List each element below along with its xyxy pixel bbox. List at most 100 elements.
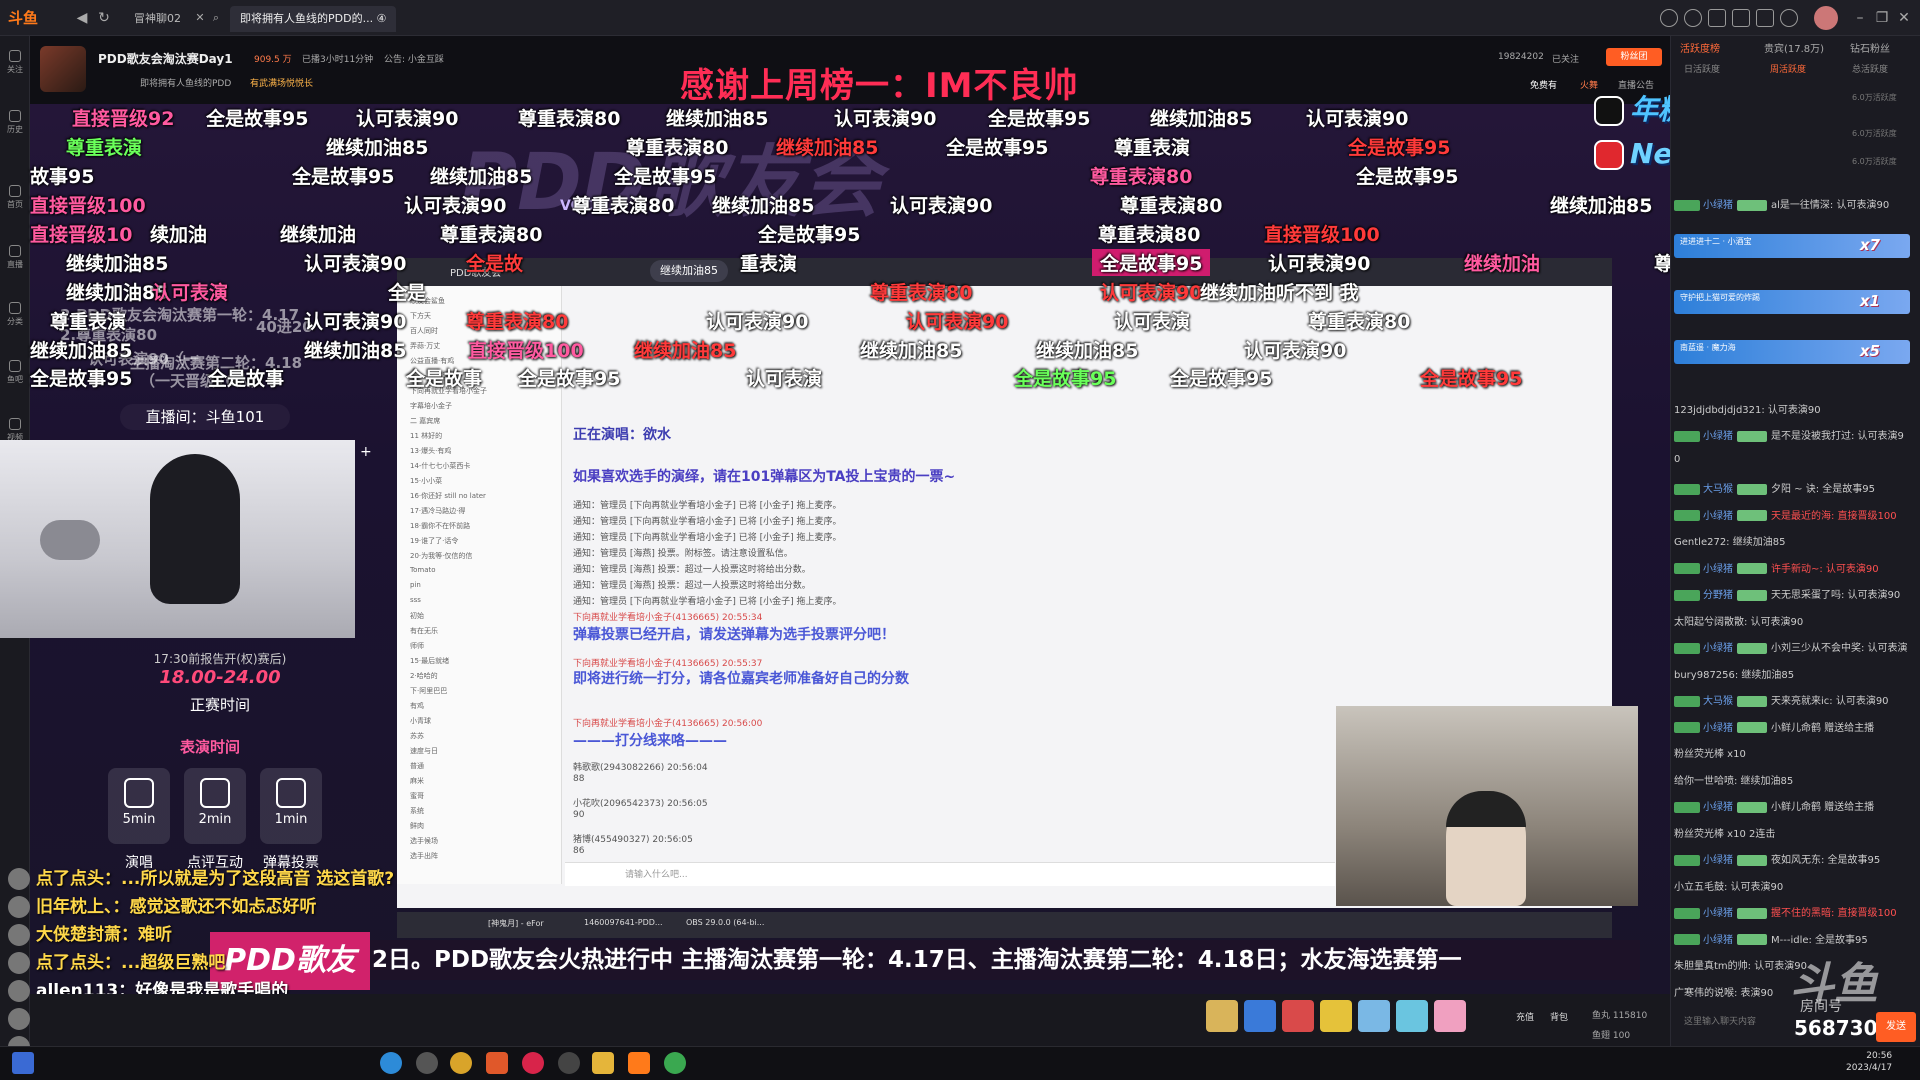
rail-category[interactable]: 分类 xyxy=(2,302,28,327)
chat-username[interactable]: 大马猴 xyxy=(1703,484,1733,495)
room-tag[interactable]: 有武满场悦悦长 xyxy=(250,76,313,89)
fan-club-button[interactable]: 粉丝团 xyxy=(1606,48,1662,66)
channel-tree-item[interactable]: 选手候场 xyxy=(410,836,438,845)
search-icon[interactable]: ⌕ xyxy=(206,8,226,28)
channel-tree-item[interactable]: 二 嘉宾席 xyxy=(410,416,440,425)
channel-tree-item[interactable]: 18·霸你不在怀前路 xyxy=(410,521,470,530)
tab-vip[interactable]: 贵宾(17.8万) xyxy=(1764,40,1824,55)
channel-tree-item[interactable]: 弄蒜·万丈 xyxy=(410,341,440,350)
back-icon[interactable]: ◀ xyxy=(72,8,92,28)
task-icon[interactable] xyxy=(1708,9,1726,27)
refresh-icon[interactable]: ↻ xyxy=(94,8,114,28)
chat-username[interactable]: 小绿猪 xyxy=(1703,802,1733,813)
channel-tree-item[interactable]: 2·哈哈的 xyxy=(410,671,438,680)
douyu-app-icon[interactable] xyxy=(628,1052,650,1074)
start-icon[interactable] xyxy=(12,1052,34,1074)
taskbar-item[interactable]: 1460097641-PDD... xyxy=(584,918,663,927)
chat-username[interactable]: 小绿猪 xyxy=(1703,431,1733,442)
channel-tree-item[interactable]: 14-什七七小菜西卡 xyxy=(410,461,470,470)
channel-tree-item[interactable]: 系统 xyxy=(410,806,424,815)
channel-tree-item[interactable]: 13·爆头·有鸡 xyxy=(410,446,451,455)
gift-box-icon[interactable] xyxy=(1732,9,1750,27)
gift-rocket-icon[interactable] xyxy=(1244,1000,1276,1032)
chat-username[interactable]: 分野猪 xyxy=(1703,590,1733,601)
host-avatar[interactable] xyxy=(40,46,86,92)
minimize-icon[interactable]: – xyxy=(1850,8,1870,28)
channel-tree-item[interactable]: 选手出阵 xyxy=(410,851,438,860)
channel-tree-item[interactable]: 师师 xyxy=(410,641,424,650)
channel-tree-item[interactable]: 小青球 xyxy=(410,716,431,725)
tab-diamond-fans[interactable]: 钻石粉丝 xyxy=(1850,40,1890,55)
app-icon[interactable] xyxy=(450,1052,472,1074)
send-button[interactable]: 发送 xyxy=(1876,1012,1916,1042)
subtab-daily[interactable]: 日活跃度 xyxy=(1684,62,1720,75)
gift-cake-icon[interactable] xyxy=(1358,1000,1390,1032)
gift-plane-icon[interactable] xyxy=(1206,1000,1238,1032)
app-icon[interactable] xyxy=(416,1052,438,1074)
settings-icon[interactable] xyxy=(1780,9,1798,27)
chat-username[interactable]: 小绿猪 xyxy=(1703,643,1733,654)
free-gift-label[interactable]: 免费有 xyxy=(1530,78,1557,91)
channel-tree-item[interactable]: 下·阿里巴巴 xyxy=(410,686,447,695)
gift-flower-icon[interactable] xyxy=(1396,1000,1428,1032)
heart-icon[interactable] xyxy=(1684,9,1702,27)
channel-tree-item[interactable]: 苏苏 xyxy=(410,731,424,740)
user-avatar[interactable] xyxy=(1814,6,1838,30)
channel-tree-item[interactable]: 15·小小菜 xyxy=(410,476,442,485)
channel-tree-item[interactable]: 20·为我等·仅信的信 xyxy=(410,551,472,560)
channel-tree-item[interactable]: 速度与日 xyxy=(410,746,438,755)
channel-tree-item[interactable]: 15·最后就绪 xyxy=(410,656,449,665)
chat-username[interactable]: 小绿猪 xyxy=(1703,855,1733,866)
subtab-weekly[interactable]: 周活跃度 xyxy=(1770,62,1806,75)
chat-username[interactable]: 小绿猪 xyxy=(1703,200,1733,211)
gift-jet-icon[interactable] xyxy=(1282,1000,1314,1032)
add-icon[interactable]: + xyxy=(360,444,372,460)
history-icon[interactable] xyxy=(1660,9,1678,27)
app-icon[interactable] xyxy=(592,1052,614,1074)
followed-state[interactable]: 已关注 xyxy=(1552,52,1579,65)
channel-tree-item[interactable]: 16·你还好 still no later xyxy=(410,491,486,500)
channel-tree-item[interactable]: 百人同时 xyxy=(410,326,438,335)
chat-username[interactable]: 小绿猪 xyxy=(1703,935,1733,946)
channel-tree-item[interactable]: pin xyxy=(410,581,421,590)
channel-tree-item[interactable]: Tomato xyxy=(410,566,436,575)
channel-tree-item[interactable]: 下方天 xyxy=(410,311,431,320)
chat-username[interactable]: 大马猴 xyxy=(1703,696,1733,707)
channel-tree-item[interactable]: 19·谁了了·话令 xyxy=(410,536,458,545)
app-icon[interactable] xyxy=(486,1052,508,1074)
tab-active-rank[interactable]: 活跃度榜 xyxy=(1680,40,1720,55)
channel-tree-item[interactable]: 鲜肉 xyxy=(410,821,424,830)
browser-app-icon[interactable] xyxy=(380,1052,402,1074)
message-icon[interactable] xyxy=(1756,9,1774,27)
app-icon[interactable] xyxy=(664,1052,686,1074)
subtab-total[interactable]: 总活跃度 xyxy=(1852,62,1888,75)
chat-username[interactable]: 小绿猪 xyxy=(1703,511,1733,522)
restore-icon[interactable]: ❐ xyxy=(1872,8,1892,28)
app-icon[interactable] xyxy=(522,1052,544,1074)
close-window-icon[interactable]: ✕ xyxy=(1894,8,1914,28)
channel-tree-item[interactable]: 初始 xyxy=(410,611,424,620)
rail-live[interactable]: 直播 xyxy=(2,245,28,270)
chat-username[interactable]: 小绿猪 xyxy=(1703,908,1733,919)
taskbar-item[interactable]: OBS 29.0.0 (64-bi... xyxy=(686,918,764,927)
channel-tree-item[interactable]: 字幕培小金子 xyxy=(410,401,452,410)
taskbar-item[interactable]: [神鬼月] - eFor xyxy=(488,918,544,929)
app-icon[interactable] xyxy=(558,1052,580,1074)
rail-home[interactable]: 首页 xyxy=(2,185,28,210)
recharge-button[interactable]: 充值 xyxy=(1516,1010,1534,1023)
channel-tree-item[interactable]: 蜜哥 xyxy=(410,791,424,800)
channel-tree-item[interactable]: 11 林好的 xyxy=(410,431,442,440)
bag-button[interactable]: 背包 xyxy=(1550,1010,1568,1023)
channel-tree-item[interactable]: 麻米 xyxy=(410,776,424,785)
browser-tab-2[interactable]: 即将拥有人鱼线的PDD的... ④ xyxy=(230,6,397,32)
inner-chat-input[interactable]: 请输入什么吧... xyxy=(565,862,1335,886)
host-subtitle[interactable]: 即将拥有人鱼线的PDD xyxy=(140,76,231,89)
chat-input[interactable]: 这里输入聊天内容 xyxy=(1684,1014,1756,1027)
channel-tree-item[interactable]: 有在无乐 xyxy=(410,626,438,635)
channel-tree-item[interactable]: 有鸡 xyxy=(410,701,424,710)
douyu-logo[interactable]: 斗鱼 xyxy=(8,6,38,30)
channel-tree-item[interactable]: 17·遇冷马路边·得 xyxy=(410,506,465,515)
channel-tree-item[interactable]: sss xyxy=(410,596,421,605)
chat-username[interactable]: 小绿猪 xyxy=(1703,564,1733,575)
rail-fishbar[interactable]: 鱼吧 xyxy=(2,360,28,385)
